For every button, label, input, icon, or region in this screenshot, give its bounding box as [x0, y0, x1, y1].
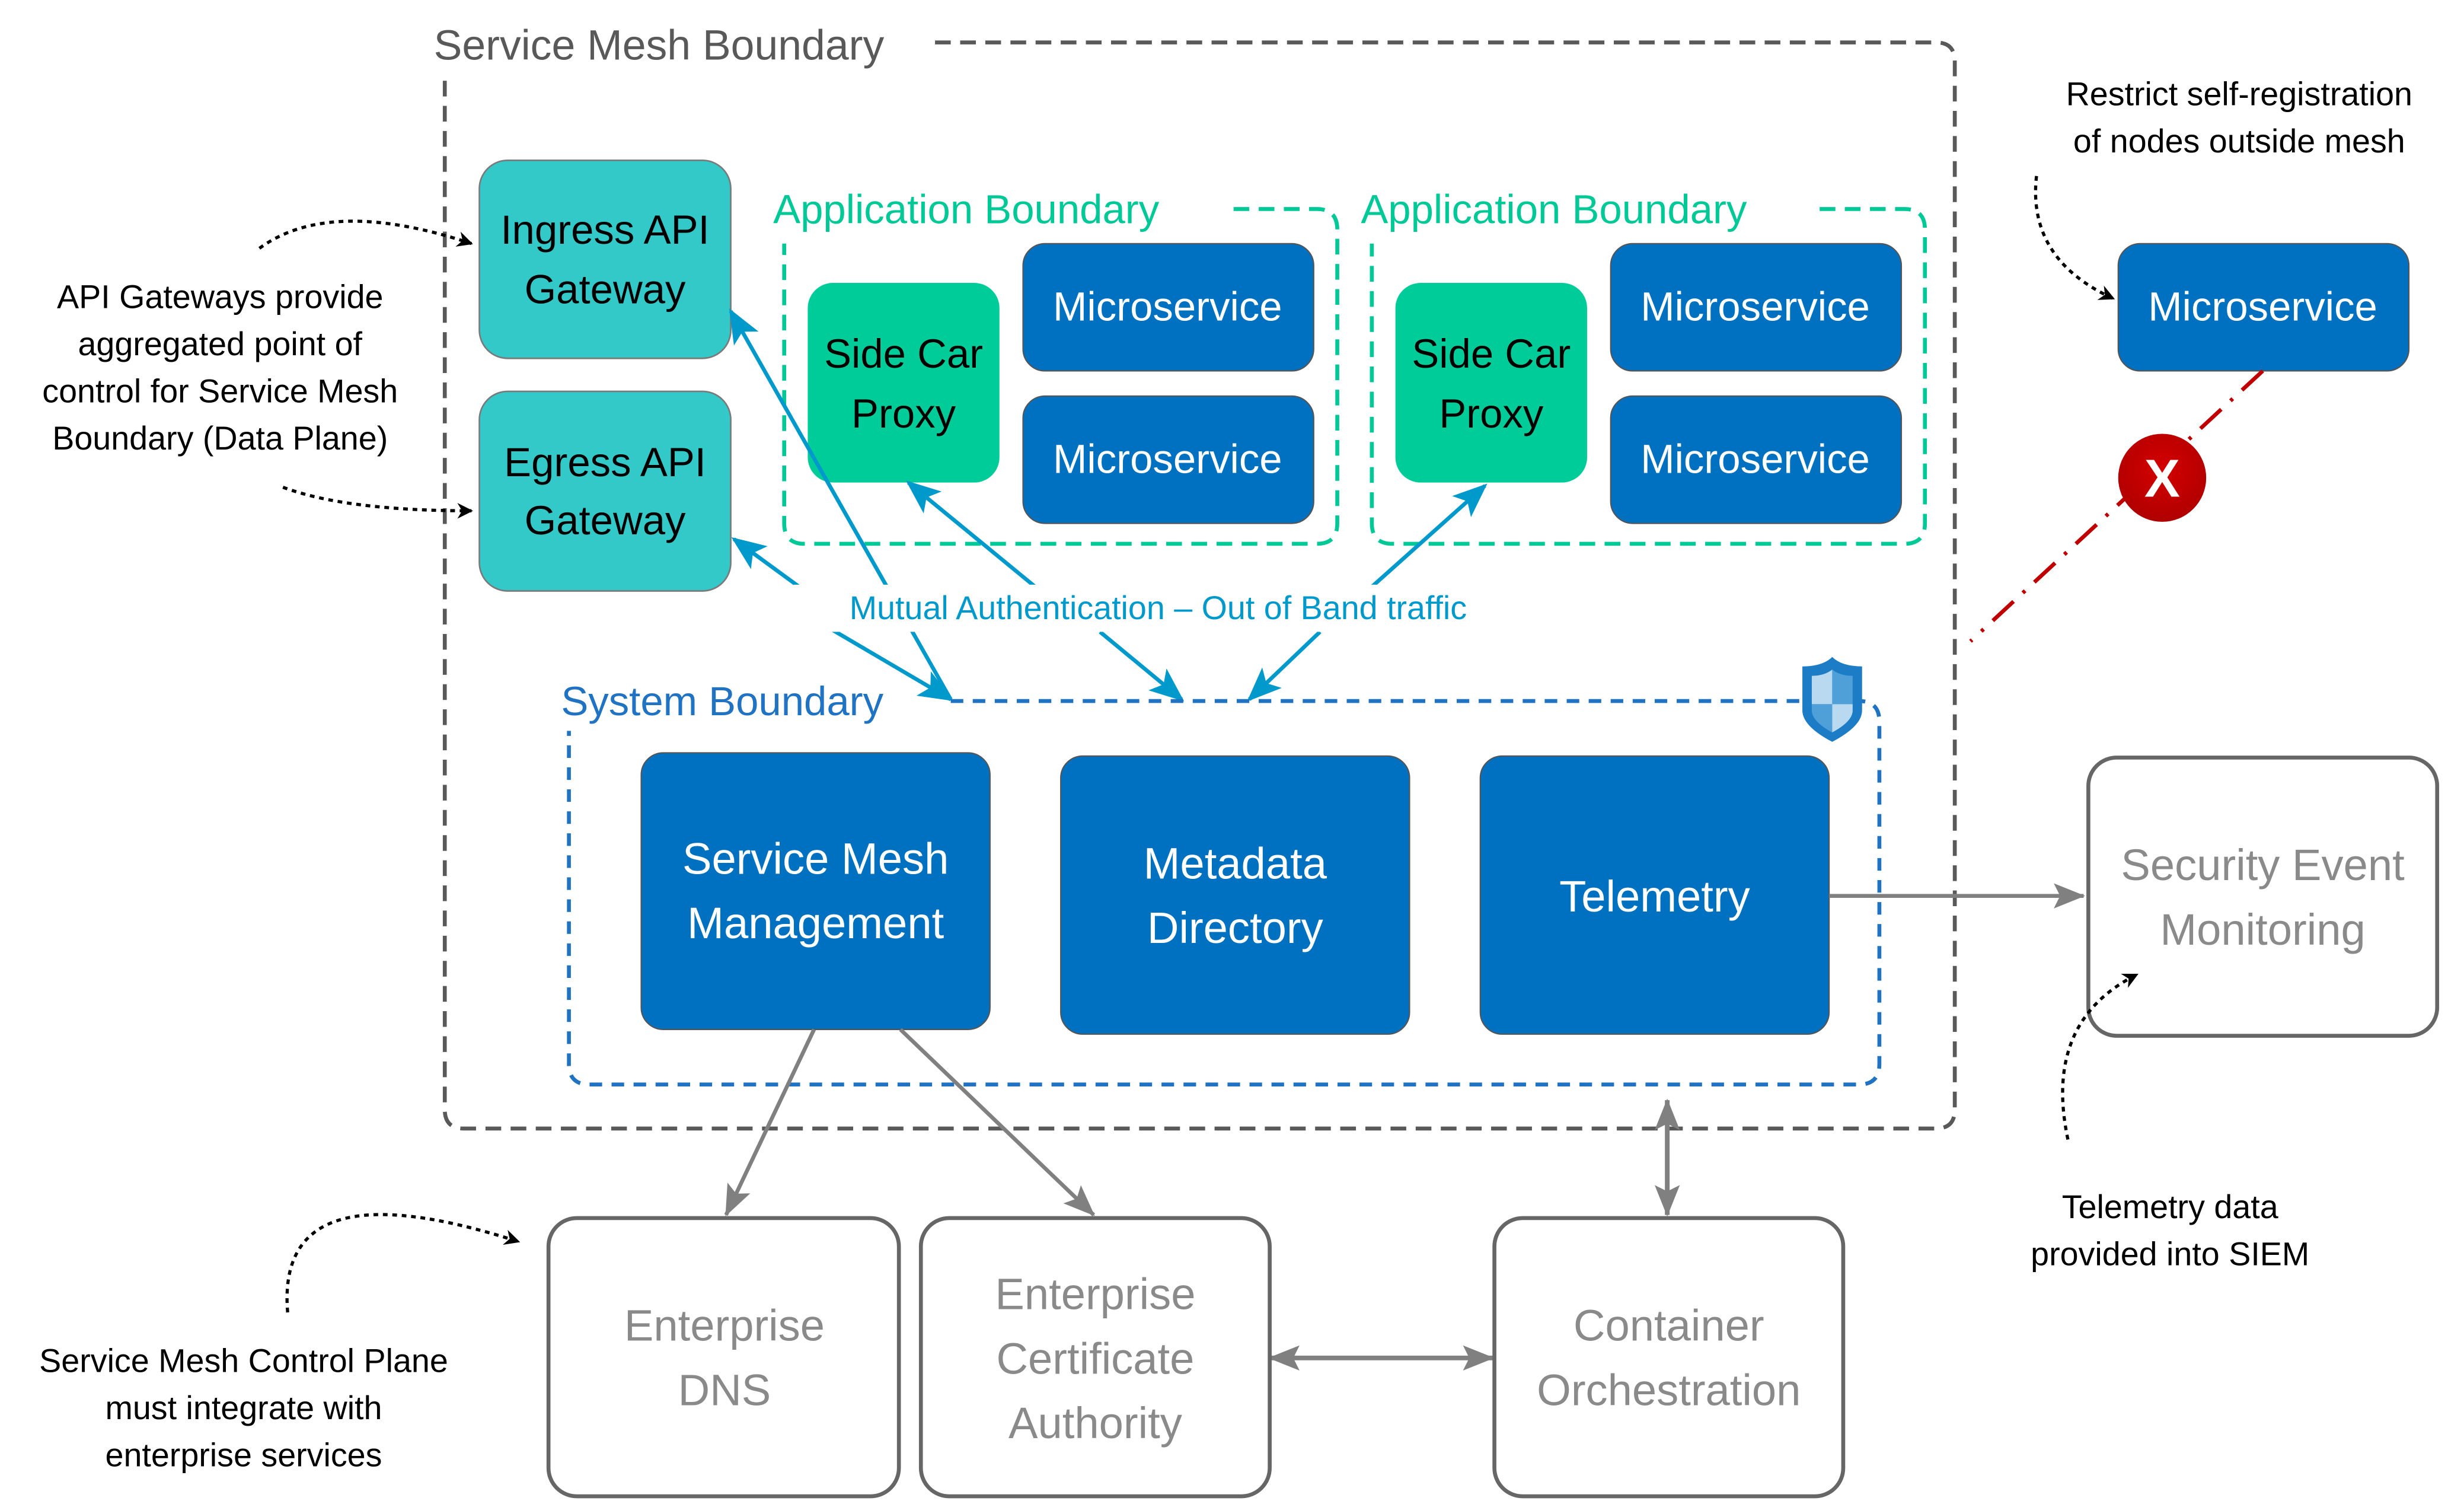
service-mesh-management-line1: Service Mesh: [682, 834, 949, 884]
arrow-management-to-ca: [899, 1028, 1096, 1217]
x-glyph: X: [2144, 448, 2180, 508]
metadata-directory-line1: Metadata: [1144, 839, 1327, 888]
annotation-gateways: API Gateways provide aggregated point of…: [42, 219, 473, 519]
arrow-to-sidecar-2: [1365, 483, 1488, 592]
rogue-microservice-label: Microservice: [2148, 284, 2377, 330]
microservice-2a[interactable]: Microservice: [1610, 243, 1903, 372]
microservice-1a-label: Microservice: [1053, 284, 1282, 330]
egress-api-gateway[interactable]: Egress API Gateway: [478, 390, 732, 592]
annotation-arrow-to-ingress: [258, 219, 473, 250]
siem-line2: Monitoring: [2160, 905, 2365, 954]
microservice-1a[interactable]: Microservice: [1022, 243, 1314, 372]
shield-icon: [1802, 657, 1862, 742]
siem-line1: Security Event: [2121, 840, 2405, 890]
blocked-registration-line: [1969, 369, 2264, 643]
mutual-auth-label: Mutual Authentication – Out of Band traf…: [850, 589, 1467, 626]
service-mesh-diagram: Service Mesh Boundary Ingress API Gatewa…: [39, 22, 2440, 1499]
arrow-to-sidecar-1: [905, 480, 1042, 593]
annotation-gateways-line2: aggregated point of: [78, 326, 362, 362]
sidecar-proxy-2-line2: Proxy: [1439, 391, 1544, 436]
application-boundary-1-label: Application Boundary: [773, 186, 1160, 232]
arrow-sidecar1-to-system: [1099, 630, 1185, 702]
rogue-microservice[interactable]: Microservice: [2117, 243, 2410, 372]
annotation-control-plane-line2: must integrate with: [106, 1390, 382, 1426]
metadata-directory[interactable]: Metadata Directory: [1060, 755, 1410, 1035]
annotation-control-plane: Service Mesh Control Plane must integrat…: [39, 1213, 521, 1474]
ca-line1: Enterprise: [995, 1270, 1195, 1319]
annotation-restrict-line2: of nodes outside mesh: [2073, 123, 2405, 160]
system-boundary-label: System Boundary: [561, 678, 883, 724]
annotation-telemetry-line1: Telemetry data: [2062, 1188, 2278, 1225]
ingress-gateway-line2: Gateway: [525, 267, 686, 313]
microservice-1b[interactable]: Microservice: [1022, 395, 1314, 524]
sidecar-proxy-2-line1: Side Car: [1412, 331, 1571, 377]
orchestration-line2: Orchestration: [1537, 1365, 1801, 1414]
container-orchestration[interactable]: Container Orchestration: [1492, 1216, 1846, 1499]
security-event-monitoring[interactable]: Security Event Monitoring: [2086, 756, 2440, 1038]
annotation-arrow-to-dns: [285, 1213, 521, 1313]
microservice-1b-label: Microservice: [1053, 436, 1282, 482]
enterprise-certificate-authority[interactable]: Enterprise Certificate Authority: [918, 1216, 1272, 1499]
metadata-directory-line2: Directory: [1147, 903, 1323, 952]
application-boundary-2-label: Application Boundary: [1361, 186, 1747, 232]
ca-line3: Authority: [1008, 1398, 1182, 1448]
orchestration-line1: Container: [1573, 1301, 1764, 1350]
application-boundary-1: Application Boundary Side Car Proxy Micr…: [773, 186, 1339, 546]
annotation-gateways-line4: Boundary (Data Plane): [52, 420, 388, 457]
service-mesh-management[interactable]: Service Mesh Management: [640, 752, 991, 1030]
annotation-gateways-line1: API Gateways provide: [57, 278, 383, 315]
telemetry[interactable]: Telemetry: [1479, 755, 1830, 1035]
microservice-2b-label: Microservice: [1640, 436, 1870, 482]
sidecar-proxy-1-line1: Side Car: [824, 331, 983, 377]
ingress-gateway-line1: Ingress API: [500, 207, 709, 253]
sidecar-proxy-1[interactable]: Side Car Proxy: [807, 283, 1000, 483]
egress-gateway-line2: Gateway: [525, 498, 686, 543]
dns-line1: Enterprise: [624, 1301, 825, 1350]
enterprise-dns[interactable]: Enterprise DNS: [546, 1216, 901, 1499]
x-circle-icon: X: [2118, 434, 2207, 522]
annotation-gateways-line3: control for Service Mesh: [42, 372, 398, 409]
service-mesh-management-line2: Management: [687, 898, 944, 948]
annotation-telemetry-line2: provided into SIEM: [2031, 1235, 2309, 1272]
egress-gateway-line1: Egress API: [504, 439, 706, 485]
application-boundary-2: Application Boundary Side Car Proxy Micr…: [1361, 186, 1927, 546]
arrow-management-to-dns: [724, 1028, 816, 1217]
sidecar-proxy-1-line2: Proxy: [851, 391, 956, 436]
ca-line2: Certificate: [996, 1334, 1194, 1383]
sidecar-proxy-2[interactable]: Side Car Proxy: [1395, 283, 1587, 483]
annotation-control-plane-line3: enterprise services: [106, 1437, 382, 1474]
annotation-arrow-to-rogue: [2034, 176, 2115, 300]
telemetry-label: Telemetry: [1559, 872, 1750, 921]
annotation-restrict-line1: Restrict self-registration: [2066, 76, 2412, 113]
dns-line2: DNS: [678, 1365, 771, 1414]
ingress-api-gateway[interactable]: Ingress API Gateway: [478, 160, 732, 359]
microservice-2a-label: Microservice: [1640, 284, 1870, 330]
annotation-control-plane-line1: Service Mesh Control Plane: [39, 1343, 448, 1379]
system-boundary: System Boundary Service Mesh Management …: [561, 657, 1882, 1086]
service-mesh-boundary-label: Service Mesh Boundary: [434, 22, 885, 69]
arrow-sidecar2-to-system: [1247, 630, 1322, 702]
microservice-2b[interactable]: Microservice: [1610, 395, 1903, 524]
